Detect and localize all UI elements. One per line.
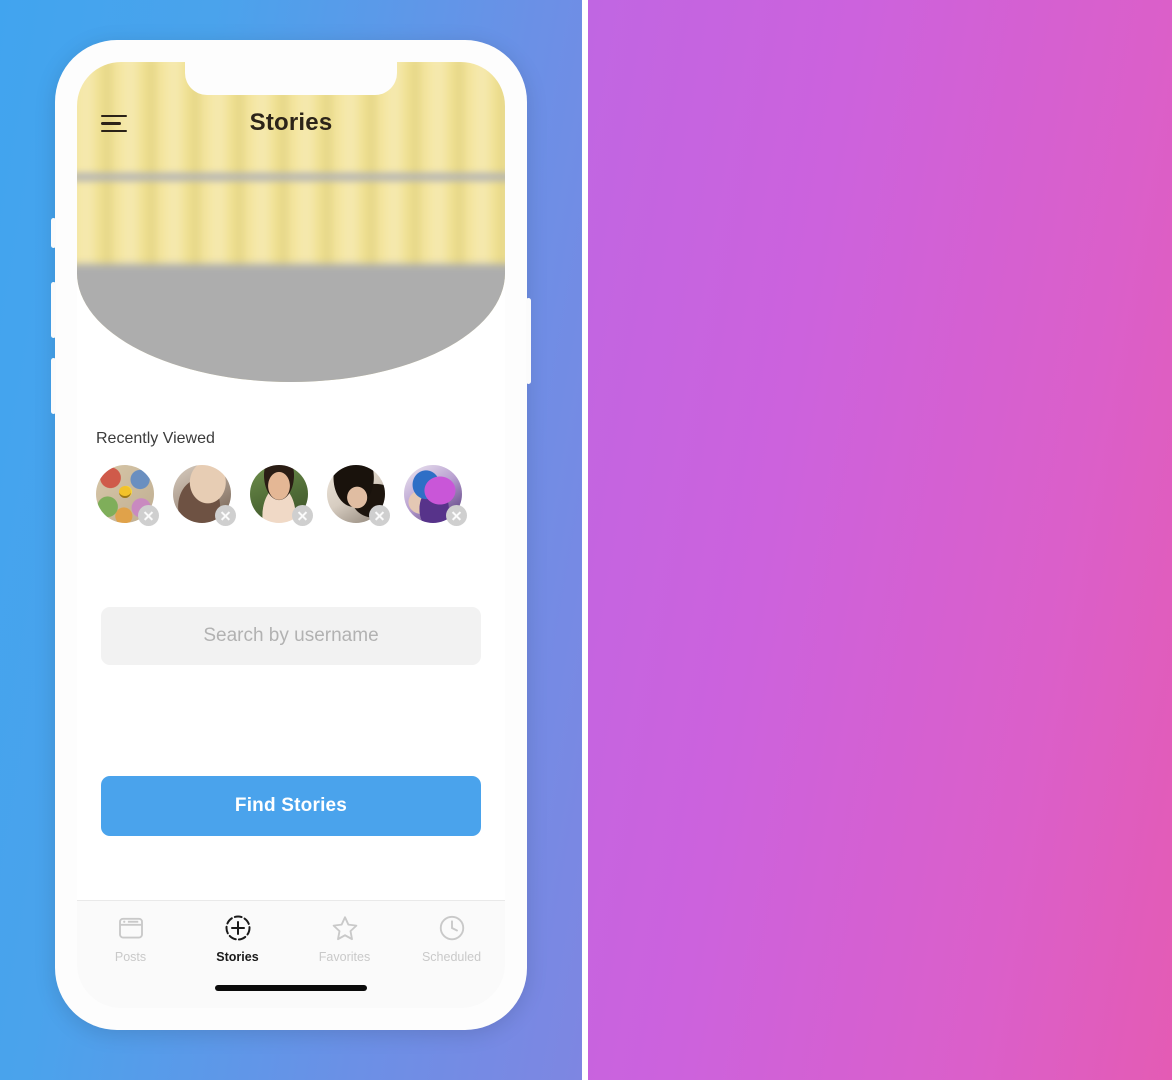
- phone-mockup-left: Stories Recently Viewed Search by userna…: [51, 40, 531, 1030]
- avatar-item[interactable]: [96, 465, 159, 526]
- tab-label: Scheduled: [421, 950, 482, 964]
- avatar-item[interactable]: [250, 465, 313, 526]
- hamburger-icon[interactable]: [101, 115, 127, 133]
- search-placeholder: Search by username: [203, 625, 379, 646]
- grid-row-separator: [77, 172, 505, 182]
- posts-window-icon: [116, 913, 146, 943]
- phone-notch: [185, 62, 397, 95]
- page-title: Stories: [249, 109, 333, 136]
- close-circle-icon[interactable]: [292, 505, 313, 526]
- grid-gray-overlay: [77, 264, 505, 382]
- find-stories-button[interactable]: Find Stories: [101, 776, 481, 836]
- plus-circle-icon: [223, 913, 253, 943]
- close-circle-icon[interactable]: [369, 505, 390, 526]
- avatar-item[interactable]: [404, 465, 467, 526]
- bottom-tab-bar: Posts Stories Favorites Scheduled: [77, 900, 505, 1008]
- recently-viewed-label: Recently Viewed: [96, 430, 215, 447]
- home-indicator[interactable]: [215, 985, 367, 991]
- stories-screen: Stories Recently Viewed Search by userna…: [77, 62, 505, 1008]
- tab-label: Posts: [114, 950, 147, 964]
- stories-header: Stories: [77, 95, 505, 151]
- tab-label: Favorites: [318, 950, 371, 964]
- phone-mute-switch: [51, 218, 56, 248]
- tab-stories[interactable]: Stories: [184, 913, 291, 1008]
- search-input[interactable]: Search by username: [101, 607, 481, 665]
- app-screenshot: Stories Recently Viewed Search by userna…: [0, 0, 1172, 1080]
- close-circle-icon[interactable]: [138, 505, 159, 526]
- phone-volume-up-button: [51, 282, 56, 338]
- star-icon: [330, 913, 360, 943]
- recently-viewed-section: Recently Viewed: [77, 430, 505, 526]
- tab-label: Stories: [216, 950, 259, 964]
- tab-favorites[interactable]: Favorites: [291, 913, 398, 1008]
- phone-power-button: [526, 298, 531, 384]
- close-circle-icon[interactable]: [446, 505, 467, 526]
- clock-icon: [437, 913, 467, 943]
- avatar-item[interactable]: [327, 465, 390, 526]
- right-panel: Preview Light: [588, 0, 1172, 1080]
- phone-volume-down-button: [51, 358, 56, 414]
- avatar-item[interactable]: [173, 465, 236, 526]
- tab-scheduled[interactable]: Scheduled: [398, 913, 505, 1008]
- left-panel: Stories Recently Viewed Search by userna…: [0, 0, 582, 1080]
- recently-viewed-avatar-row: [96, 465, 505, 526]
- tab-posts[interactable]: Posts: [77, 913, 184, 1008]
- close-circle-icon[interactable]: [215, 505, 236, 526]
